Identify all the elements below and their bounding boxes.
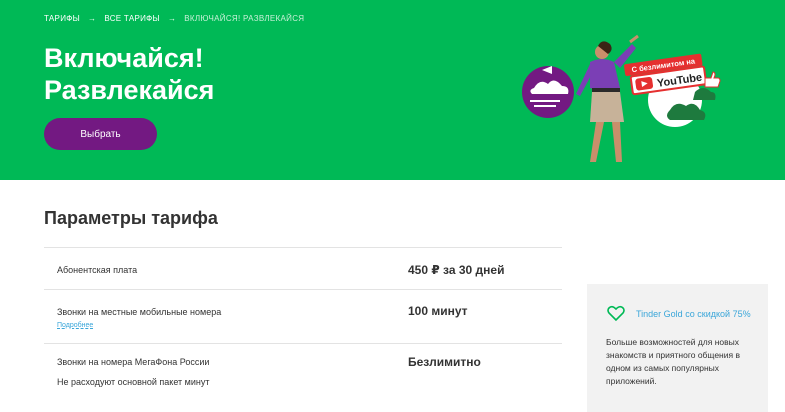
- choose-button[interactable]: Выбрать: [44, 118, 157, 150]
- row-name: Звонки на номера МегаФона России: [57, 357, 210, 367]
- promo-card[interactable]: Tinder Gold со скидкой 75% Больше возмож…: [587, 284, 768, 412]
- more-link[interactable]: Подробнее: [57, 322, 93, 329]
- breadcrumb: ТАРИФЫ → ВСЕ ТАРИФЫ → ВКЛЮЧАЙСЯ! РАЗВЛЕК…: [44, 14, 304, 23]
- params-title: Параметры тарифа: [44, 208, 218, 228]
- row-name: Звонки на местные мобильные номера: [57, 307, 222, 317]
- row-name: Абонентская плата: [57, 265, 138, 275]
- breadcrumb-current: ВКЛЮЧАЙСЯ! РАЗВЛЕКАЙСЯ: [184, 14, 305, 23]
- params-table: Абонентская плата 450 ₽ за 30 дней Звонк…: [44, 247, 562, 403]
- heart-icon: [607, 305, 625, 322]
- row-value: 450 ₽ за 30 дней: [408, 263, 505, 277]
- breadcrumb-arrow-icon: →: [167, 14, 177, 23]
- person-skirt: [590, 92, 624, 122]
- promo-description: Больше возможностей для новых знакомств …: [606, 337, 740, 386]
- breadcrumb-arrow-icon: →: [88, 14, 97, 23]
- hero-banner: ТАРИФЫ → ВСЕ ТАРИФЫ → ВКЛЮЧАЙСЯ! РАЗВЛЕК…: [0, 0, 785, 180]
- promo-title[interactable]: Tinder Gold со скидкой 75%: [636, 309, 751, 319]
- table-row: Звонки на местные мобильные номера 100 м…: [44, 289, 562, 343]
- row-value: 100 минут: [408, 304, 468, 318]
- page-title-line-1: Включайся!: [44, 43, 204, 73]
- table-row: Звонки на номера МегаФона России Безлими…: [44, 343, 562, 403]
- table-row: Абонентская плата 450 ₽ за 30 дней: [44, 247, 562, 289]
- breadcrumb-all-tariffs[interactable]: ВСЕ ТАРИФЫ: [104, 14, 160, 23]
- row-value: Безлимитно: [408, 355, 481, 369]
- hero-illustration: С безлимитом на YouTube: [522, 34, 721, 162]
- page-title-line-2: Развлекайся: [44, 75, 215, 105]
- row-note: Не расходуют основной пакет минут: [57, 377, 210, 387]
- page-title: Включайся! Развлекайся: [44, 42, 214, 106]
- breadcrumb-tariffs[interactable]: ТАРИФЫ: [44, 14, 80, 23]
- person-shirt: [590, 59, 620, 91]
- like-icon: [704, 71, 721, 88]
